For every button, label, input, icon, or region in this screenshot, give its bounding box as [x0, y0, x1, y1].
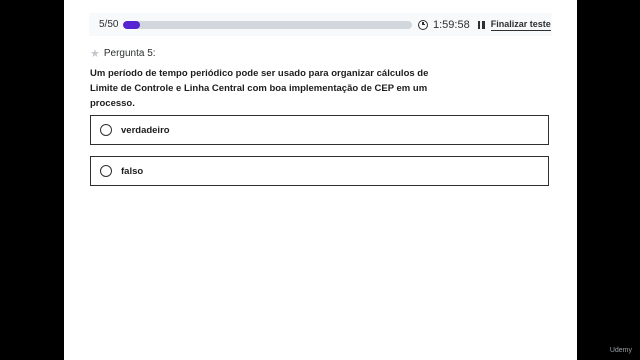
star-icon[interactable]: ★ [90, 47, 100, 60]
radio-button[interactable] [100, 124, 112, 136]
udemy-watermark: Udemy [609, 347, 632, 354]
option-false[interactable]: falso [90, 156, 549, 186]
radio-button[interactable] [100, 165, 112, 177]
clock-icon [418, 19, 428, 30]
quiz-header: 5/50 1:59:58 Finalizar teste [89, 13, 552, 36]
timer: 1:59:58 [433, 18, 470, 31]
pause-icon[interactable] [477, 20, 485, 29]
question-number: Pergunta 5: [103, 48, 156, 59]
progress-fill [123, 20, 141, 29]
option-label: falso [121, 165, 144, 177]
progress-track [123, 20, 412, 29]
option-true[interactable]: verdadeiro [90, 115, 549, 145]
question-text: Um período de tempo periódico pode ser u… [90, 68, 429, 109]
finish-test-button[interactable]: Finalizar teste [490, 19, 551, 31]
question-label: ★ Pergunta 5: [90, 47, 156, 60]
question-counter: 5/50 [99, 19, 119, 30]
option-label: verdadeiro [121, 124, 170, 136]
quiz-panel: 5/50 1:59:58 Finalizar teste ★ Pergunta … [64, 0, 577, 360]
